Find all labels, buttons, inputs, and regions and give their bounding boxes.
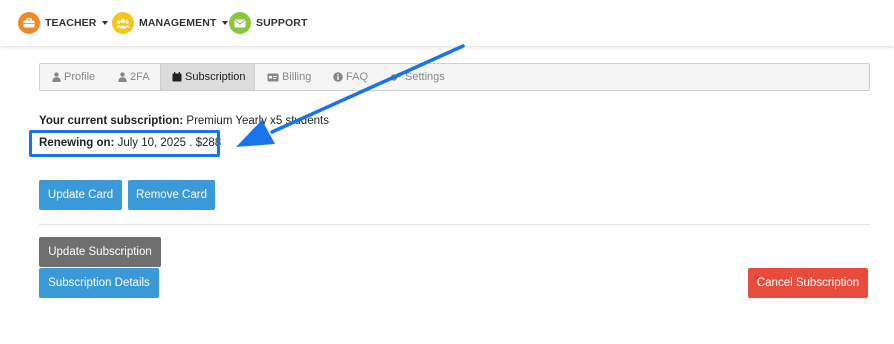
update-subscription-button[interactable]: Update Subscription (39, 237, 161, 267)
nav-support-label: SUPPORT (256, 17, 308, 29)
renewal-highlight-box (29, 130, 220, 157)
nav-support[interactable]: SUPPORT (229, 11, 307, 35)
current-subscription-line: Your current subscription: Premium Yearl… (39, 115, 329, 127)
tab-2fa-label: 2FA (130, 71, 150, 83)
remove-card-button[interactable]: Remove Card (128, 180, 215, 210)
info-icon (333, 72, 343, 82)
tab-profile[interactable]: Profile (52, 64, 95, 90)
chevron-down-icon (102, 21, 109, 25)
subscription-details-button[interactable]: Subscription Details (39, 268, 159, 298)
top-navbar: TEACHER MANAGEMENT SUPPORT (0, 0, 894, 46)
briefcase-icon (18, 12, 40, 34)
tab-settings-label: Settings (405, 71, 445, 83)
update-card-button[interactable]: Update Card (39, 180, 122, 210)
section-divider (39, 224, 870, 225)
settings-tabs: Profile 2FA Subscription Billing FAQ Set… (39, 63, 870, 91)
tab-billing-label: Billing (282, 71, 312, 83)
nav-management-label: MANAGEMENT (139, 17, 217, 29)
calendar-icon (172, 72, 182, 82)
nav-teacher[interactable]: TEACHER (18, 11, 109, 35)
current-subscription-value: Premium Yearly x5 students (183, 115, 329, 127)
tab-2fa[interactable]: 2FA (118, 64, 150, 90)
user-icon (118, 72, 127, 82)
tab-subscription[interactable]: Subscription (160, 64, 255, 90)
users-icon (112, 12, 134, 34)
current-subscription-label: Your current subscription: (39, 115, 184, 127)
cancel-subscription-button[interactable]: Cancel Subscription (748, 268, 868, 298)
chevron-down-icon (222, 21, 229, 25)
mail-icon (229, 12, 251, 34)
user-icon (52, 72, 61, 82)
tab-profile-label: Profile (64, 71, 96, 83)
tab-subscription-label: Subscription (185, 71, 246, 83)
tab-billing[interactable]: Billing (267, 64, 311, 90)
nav-teacher-label: TEACHER (45, 17, 97, 29)
tab-faq[interactable]: FAQ (333, 64, 368, 90)
tab-faq-label: FAQ (346, 71, 369, 83)
nav-management[interactable]: MANAGEMENT (112, 11, 229, 35)
card-icon (267, 73, 279, 81)
tab-settings[interactable]: Settings (390, 64, 445, 90)
gears-icon (390, 72, 402, 81)
